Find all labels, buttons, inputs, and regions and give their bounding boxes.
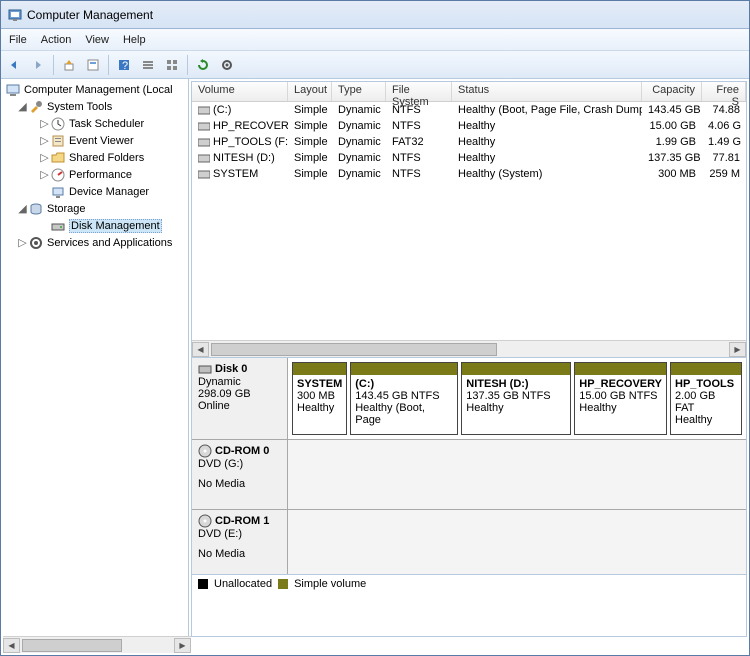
tree-device-manager[interactable]: Device Manager xyxy=(1,183,188,200)
scroll-right-button[interactable]: ▶ xyxy=(729,342,746,357)
expand-icon[interactable]: ▷ xyxy=(39,151,50,164)
title-bar: Computer Management xyxy=(1,1,749,29)
help-button[interactable]: ? xyxy=(113,54,135,76)
services-icon xyxy=(28,235,44,251)
cdrom-0-row[interactable]: CD-ROM 0 DVD (G:) No Media xyxy=(192,440,746,510)
volume-row[interactable]: HP_RECOVERYSimpleDynamicNTFSHealthy15.00… xyxy=(192,118,746,134)
menu-bar: File Action View Help xyxy=(1,29,749,51)
legend-unallocated-swatch xyxy=(198,579,208,589)
view-detail-button[interactable] xyxy=(161,54,183,76)
tree-event-viewer[interactable]: ▷ Event Viewer xyxy=(1,132,188,149)
clock-icon xyxy=(50,116,66,132)
expand-icon[interactable]: ▷ xyxy=(39,117,50,130)
tree-shared-folders[interactable]: ▷ Shared Folders xyxy=(1,149,188,166)
performance-icon xyxy=(50,167,66,183)
volume-row[interactable]: HP_TOOLS (F:)SimpleDynamicFAT32Healthy1.… xyxy=(192,134,746,150)
device-icon xyxy=(50,184,66,200)
properties-button[interactable] xyxy=(82,54,104,76)
cdrom-icon xyxy=(198,444,212,458)
menu-action[interactable]: Action xyxy=(41,34,72,46)
col-filesystem[interactable]: File System xyxy=(386,82,452,101)
event-icon xyxy=(50,133,66,149)
app-icon xyxy=(7,7,23,23)
scroll-left-button[interactable]: ◀ xyxy=(192,342,209,357)
refresh-button[interactable] xyxy=(192,54,214,76)
tree-services[interactable]: ▷ Services and Applications xyxy=(1,234,188,251)
col-volume[interactable]: Volume xyxy=(192,82,288,101)
partition[interactable]: NITESH (D:)137.35 GB NTFSHealthy xyxy=(461,362,571,435)
collapse-icon[interactable]: ◢ xyxy=(17,100,28,113)
back-button[interactable] xyxy=(3,54,25,76)
cdrom-1-row[interactable]: CD-ROM 1 DVD (E:) No Media xyxy=(192,510,746,574)
legend-simple-label: Simple volume xyxy=(294,578,366,590)
volume-list: Volume Layout Type File System Status Ca… xyxy=(192,82,746,340)
tree-scrollbar[interactable]: ◀ ▶ xyxy=(3,636,191,653)
volume-row[interactable]: (C:)SimpleDynamicNTFSHealthy (Boot, Page… xyxy=(192,102,746,118)
scroll-thumb[interactable] xyxy=(211,343,497,356)
disk-0-info: Disk 0 Dynamic 298.09 GB Online xyxy=(192,358,288,439)
volume-scrollbar[interactable]: ◀ ▶ xyxy=(192,340,746,357)
up-button[interactable] xyxy=(58,54,80,76)
tree-pane: Computer Management (Local ◢ System Tool… xyxy=(1,79,189,639)
folder-icon xyxy=(50,150,66,166)
expand-icon[interactable]: ▷ xyxy=(39,168,50,181)
content-pane: Volume Layout Type File System Status Ca… xyxy=(191,81,747,637)
storage-icon xyxy=(28,201,44,217)
collapse-icon[interactable]: ◢ xyxy=(17,202,28,215)
volume-row[interactable]: NITESH (D:)SimpleDynamicNTFSHealthy137.3… xyxy=(192,150,746,166)
forward-button[interactable] xyxy=(27,54,49,76)
col-free[interactable]: Free S xyxy=(702,82,746,101)
view-list-button[interactable] xyxy=(137,54,159,76)
tools-icon xyxy=(28,99,44,115)
settings-button[interactable] xyxy=(216,54,238,76)
volume-header: Volume Layout Type File System Status Ca… xyxy=(192,82,746,102)
disk-graphical-pane: Disk 0 Dynamic 298.09 GB Online SYSTEM30… xyxy=(192,357,746,636)
disk-icon xyxy=(50,218,66,234)
legend-simple-swatch xyxy=(278,579,288,589)
svg-text:?: ? xyxy=(122,60,128,72)
disk-icon xyxy=(198,362,212,376)
col-status[interactable]: Status xyxy=(452,82,642,101)
legend-unallocated-label: Unallocated xyxy=(214,578,272,590)
col-type[interactable]: Type xyxy=(332,82,386,101)
expand-icon[interactable]: ▷ xyxy=(17,236,28,249)
scroll-left-button[interactable]: ◀ xyxy=(3,638,20,653)
partition[interactable]: SYSTEM300 MBHealthy xyxy=(292,362,347,435)
tree-disk-management[interactable]: Disk Management xyxy=(1,217,188,234)
disk-0-row[interactable]: Disk 0 Dynamic 298.09 GB Online SYSTEM30… xyxy=(192,358,746,440)
col-layout[interactable]: Layout xyxy=(288,82,332,101)
cdrom-0-info: CD-ROM 0 DVD (G:) No Media xyxy=(192,440,288,509)
cdrom-icon xyxy=(198,514,212,528)
partition[interactable]: HP_RECOVERY15.00 GB NTFSHealthy xyxy=(574,362,667,435)
volume-row[interactable]: SYSTEMSimpleDynamicNTFSHealthy (System)3… xyxy=(192,166,746,182)
cdrom-1-info: CD-ROM 1 DVD (E:) No Media xyxy=(192,510,288,574)
computer-icon xyxy=(5,82,21,98)
col-capacity[interactable]: Capacity xyxy=(642,82,702,101)
menu-help[interactable]: Help xyxy=(123,34,146,46)
tree-root[interactable]: Computer Management (Local xyxy=(1,81,188,98)
tree-system-tools[interactable]: ◢ System Tools xyxy=(1,98,188,115)
menu-file[interactable]: File xyxy=(9,34,27,46)
tree-storage[interactable]: ◢ Storage xyxy=(1,200,188,217)
partition[interactable]: HP_TOOLS2.00 GB FATHealthy xyxy=(670,362,742,435)
tree-performance[interactable]: ▷ Performance xyxy=(1,166,188,183)
partition[interactable]: (C:)143.45 GB NTFSHealthy (Boot, Page xyxy=(350,362,458,435)
tree-task-scheduler[interactable]: ▷ Task Scheduler xyxy=(1,115,188,132)
menu-view[interactable]: View xyxy=(85,34,109,46)
toolbar: ? xyxy=(1,51,749,79)
scroll-right-button[interactable]: ▶ xyxy=(174,638,191,653)
window-title: Computer Management xyxy=(27,8,153,22)
expand-icon[interactable]: ▷ xyxy=(39,134,50,147)
legend: Unallocated Simple volume xyxy=(192,574,746,592)
scroll-track[interactable] xyxy=(209,342,729,357)
